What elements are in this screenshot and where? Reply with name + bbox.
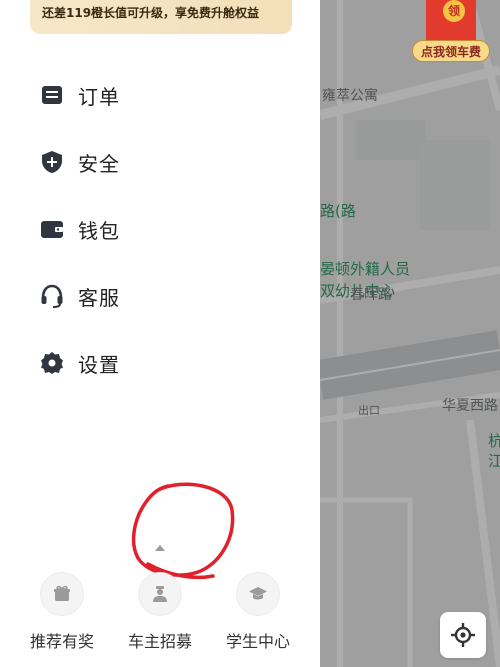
menu-item-label: 订单 — [78, 84, 120, 109]
locate-button[interactable] — [440, 612, 486, 658]
order-icon — [40, 83, 64, 107]
red-circle-annotation — [131, 482, 235, 580]
promo-red-packet[interactable]: 领 点我领车费 — [412, 0, 490, 64]
graduation-cap-icon — [236, 572, 280, 616]
bottom-item-driver-recruit[interactable]: 车主招募 — [115, 572, 205, 652]
menu-item-label: 设置 — [78, 352, 120, 377]
menu-item-label: 安全 — [78, 151, 120, 176]
bottom-item-referral[interactable]: 推荐有奖 — [17, 572, 107, 652]
wallet-icon — [40, 217, 64, 241]
promo-tag: 点我领车费 — [412, 40, 490, 62]
promo-coin: 领 — [443, 0, 465, 22]
expand-arrow-icon[interactable] — [155, 545, 165, 551]
menu-item-safety[interactable]: 安全 — [40, 144, 120, 180]
bottom-item-label: 推荐有奖 — [29, 632, 94, 651]
menu-item-wallet[interactable]: 钱包 — [40, 211, 120, 247]
gear-icon — [40, 351, 64, 375]
menu-item-orders[interactable]: 订单 — [40, 77, 120, 113]
shield-icon — [40, 150, 64, 174]
upgrade-banner-text: 还差119橙长值可升级，享免费升舱权益 — [42, 6, 260, 20]
menu-item-label: 钱包 — [78, 218, 120, 243]
gift-icon — [40, 572, 84, 616]
drawer-scrim[interactable] — [320, 0, 500, 667]
bottom-item-label: 车主招募 — [127, 632, 192, 651]
menu-item-settings[interactable]: 设置 — [40, 345, 120, 381]
upgrade-banner[interactable]: 还差119橙长值可升级，享免费升舱权益 — [30, 0, 292, 34]
bottom-item-student-center[interactable]: 学生中心 — [213, 572, 303, 652]
driver-icon — [138, 572, 182, 616]
headset-icon — [40, 284, 64, 308]
crosshair-icon — [451, 623, 475, 647]
side-drawer: 还差119橙长值可升级，享免费升舱权益 订单 安全 钱包 客服 设置 推荐有奖 … — [0, 0, 320, 667]
menu-item-customer-service[interactable]: 客服 — [40, 278, 120, 314]
bottom-item-label: 学生中心 — [225, 632, 290, 651]
menu-item-label: 客服 — [78, 285, 120, 310]
